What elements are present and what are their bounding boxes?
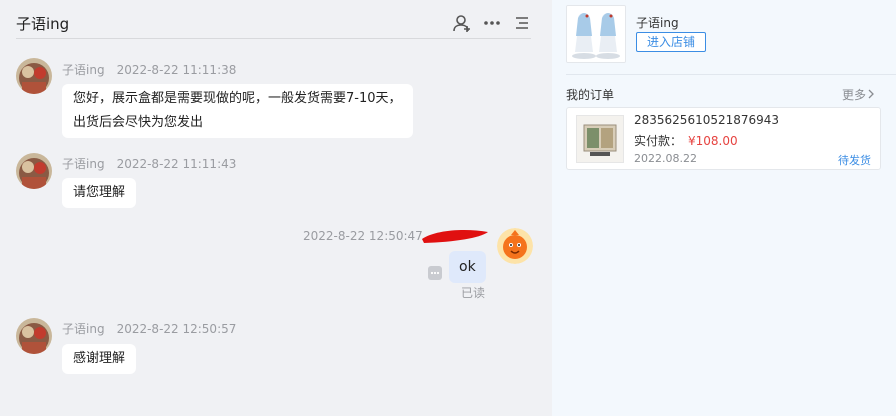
sender-name: 子语ing	[62, 63, 105, 77]
message-text: ok	[459, 259, 476, 275]
self-avatar[interactable]	[497, 228, 533, 264]
paid-label: 实付款：	[634, 134, 683, 148]
order-date: 2022.08.22	[634, 152, 697, 165]
redaction-mark	[422, 230, 488, 243]
message-bubble[interactable]: 请您理解	[62, 178, 137, 208]
message-time: 2022-8-22 12:50:57	[116, 322, 237, 336]
sender-name: 子语ing	[62, 157, 105, 171]
message-bubble[interactable]: 感谢理解	[62, 344, 137, 374]
chevron-right-icon	[867, 88, 875, 103]
avatar[interactable]	[16, 153, 52, 189]
message-text: 您好，展示盒都是需要现做的呢，一般发货需要7-10天，	[73, 91, 402, 106]
sender-name: 子语ing	[62, 322, 105, 336]
order-card[interactable]: 2835625610521876943 实付款： ¥108.00 2022.08.…	[566, 107, 881, 170]
order-status: 待发货	[838, 154, 871, 167]
message-options-icon[interactable]	[428, 266, 442, 280]
order-price: ¥108.00	[688, 134, 738, 148]
read-status: 已读	[461, 286, 486, 300]
message-bubble[interactable]: 您好，展示盒都是需要现做的呢，一般发货需要7-10天， 出货后会尽快为您发出	[62, 84, 413, 138]
avatar[interactable]	[16, 58, 52, 94]
chat-header: 子语ing	[16, 0, 531, 39]
side-panel: 子语ing 进入店铺 我的订单 更多 2835625610521876943 实…	[552, 0, 896, 416]
divider	[566, 74, 896, 75]
add-user-icon[interactable]	[452, 13, 472, 33]
message-text: 请您理解	[73, 185, 126, 200]
chat-title: 子语ing	[16, 15, 70, 33]
message-meta: 子语ing 2022-8-22 11:11:38	[62, 61, 236, 78]
order-payment: 实付款： ¥108.00	[634, 132, 738, 149]
list-icon[interactable]	[512, 13, 532, 33]
avatar[interactable]	[16, 318, 52, 354]
enter-shop-button[interactable]: 进入店铺	[636, 32, 706, 52]
more-icon[interactable]	[482, 13, 502, 33]
message-time: 2022-8-22 11:11:38	[116, 63, 237, 77]
message-text: 出货后会尽快为您发出	[73, 115, 204, 130]
message-text: 感谢理解	[73, 351, 126, 366]
message-time: 2022-8-22 12:50:47	[303, 229, 423, 243]
message-meta: 子语ing 2022-8-22 12:50:57	[62, 320, 236, 337]
orders-title: 我的订单	[566, 88, 615, 102]
orders-more-label: 更多	[842, 88, 867, 102]
orders-more-link[interactable]: 更多	[842, 86, 875, 103]
message-meta: 子语ing 2022-8-22 11:11:43	[62, 155, 236, 172]
chat-pane: 子语ing 子语ing 2022-8-22 11:11:38 您好，展示盒都是需要…	[0, 0, 552, 416]
product-thumbnail	[576, 115, 624, 163]
order-id: 2835625610521876943	[634, 113, 780, 127]
message-time: 2022-8-22 11:11:43	[116, 157, 237, 171]
shop-name: 子语ing	[636, 16, 679, 30]
self-message-bubble[interactable]: ok	[449, 251, 486, 283]
shop-thumbnail[interactable]	[566, 5, 626, 63]
